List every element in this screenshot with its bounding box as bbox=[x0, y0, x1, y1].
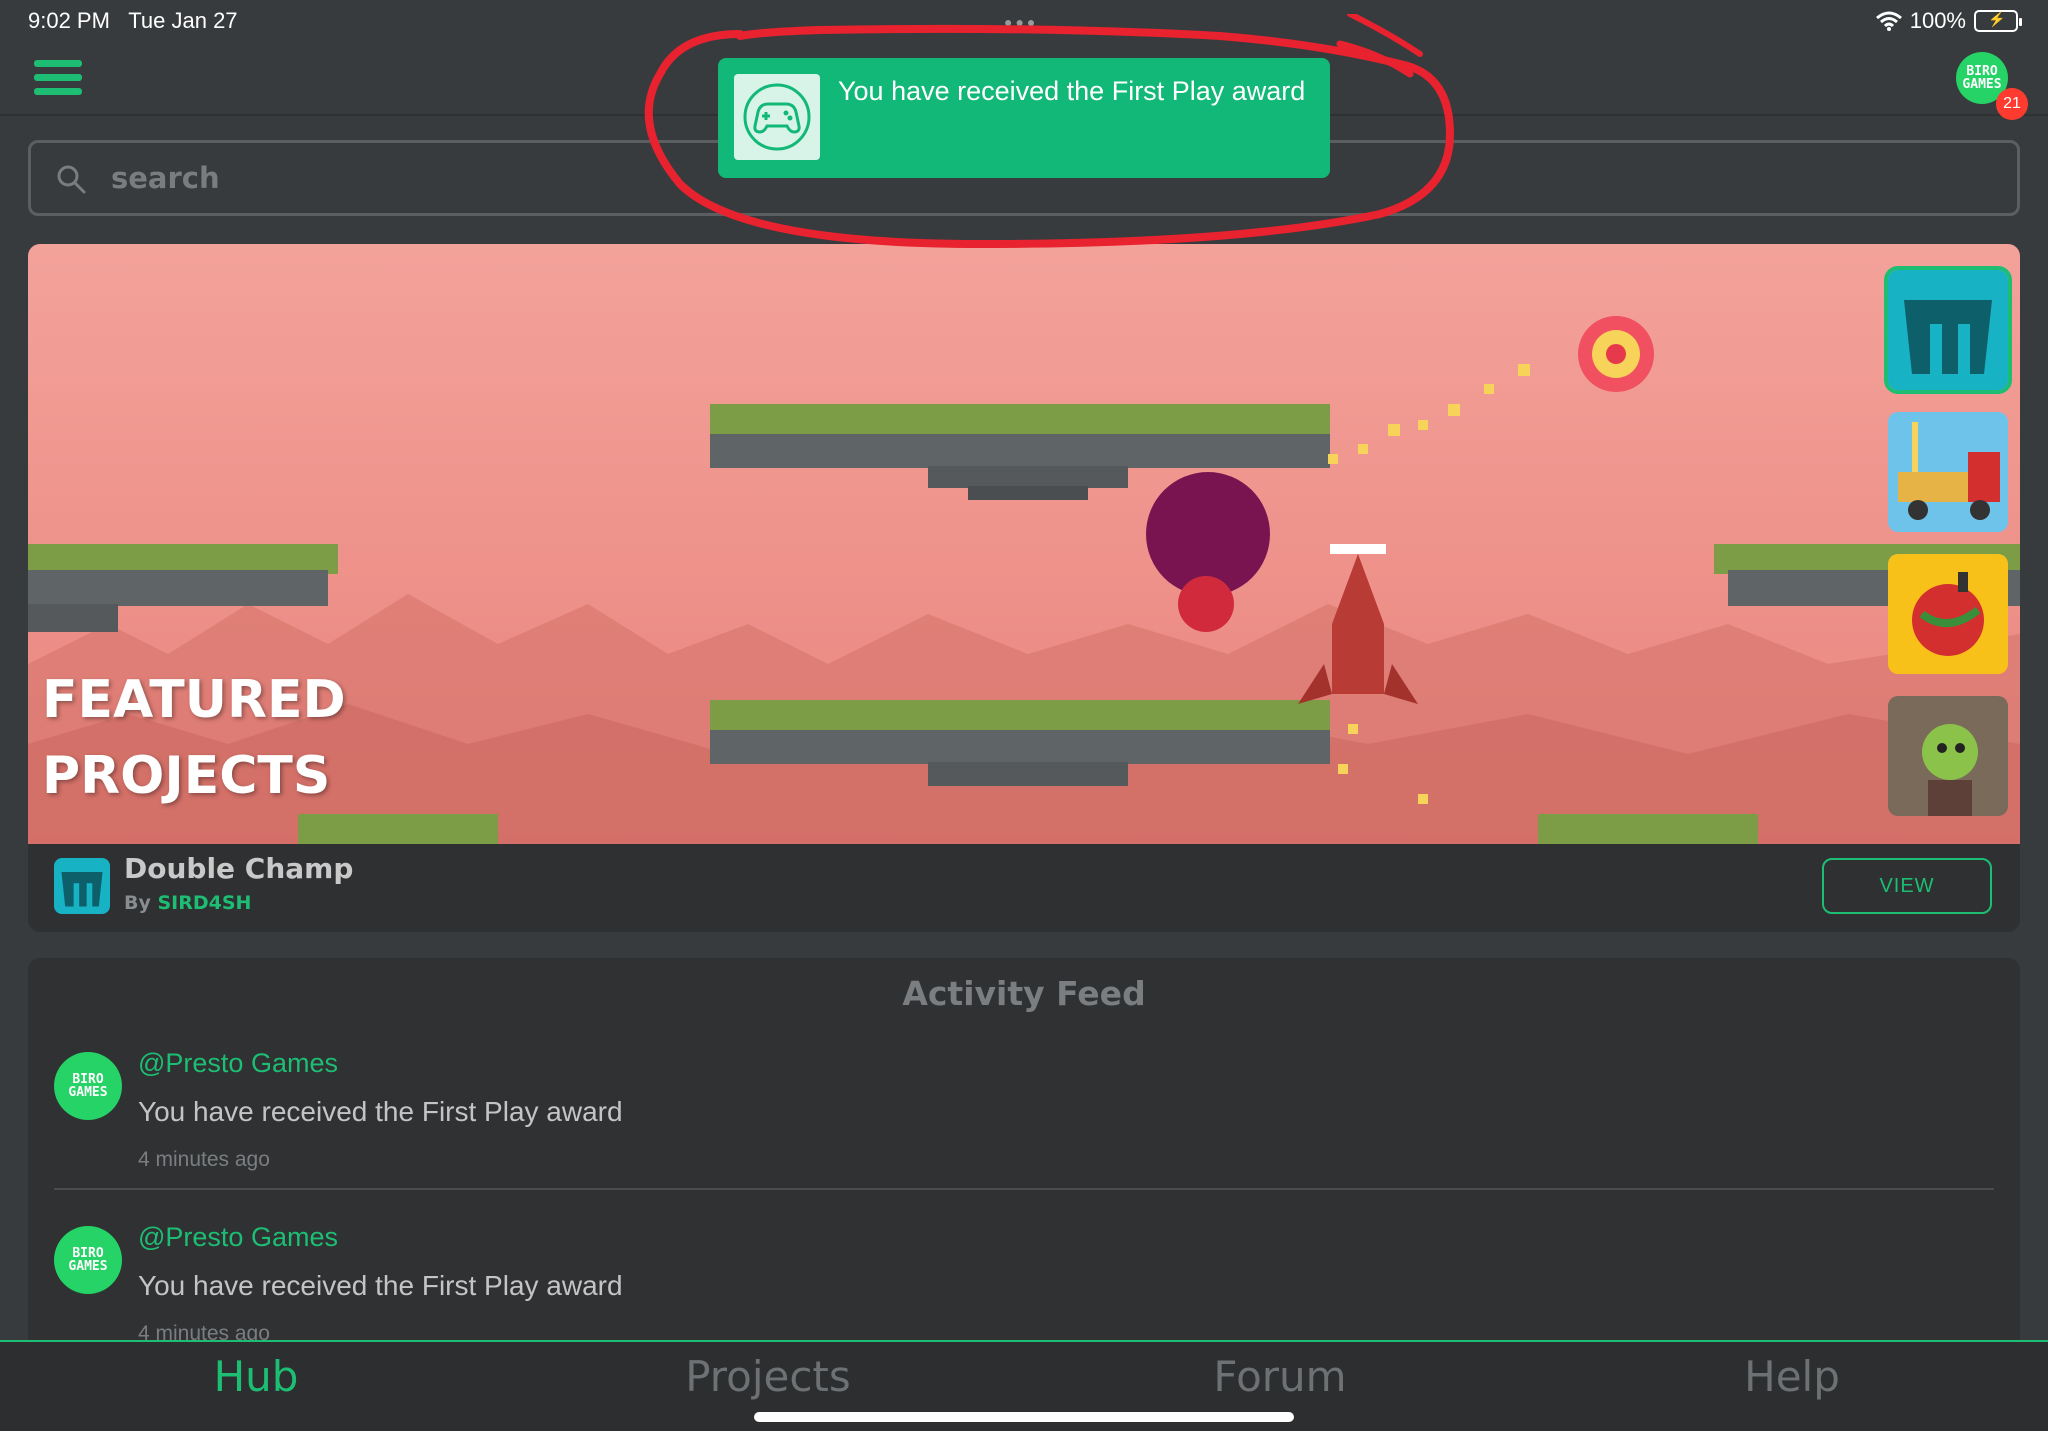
battery-percent: 100% bbox=[1909, 8, 1966, 33]
featured-project-info: Double Champ By SIRD4SH VIEW bbox=[28, 844, 2020, 932]
feed-avatar[interactable]: BIRO GAMES bbox=[54, 1052, 122, 1120]
thumbnail-double-champ[interactable] bbox=[1884, 266, 2012, 394]
toast-message: You have received the First Play award bbox=[838, 76, 1306, 106]
battery-icon: ⚡ bbox=[1974, 10, 2022, 32]
award-toast[interactable]: You have received the First Play award bbox=[718, 58, 1330, 178]
activity-feed-title: Activity Feed bbox=[902, 974, 1146, 1013]
view-button[interactable]: VIEW bbox=[1822, 858, 1992, 914]
feed-username[interactable]: @Presto Games bbox=[138, 1048, 338, 1079]
activity-feed: Activity Feed BIRO GAMES @Presto Games Y… bbox=[28, 958, 2020, 1348]
tab-forum[interactable]: Forum bbox=[1024, 1352, 1536, 1401]
status-bar: 9:02 PM Tue Jan 27 ●●● 100% ⚡ bbox=[0, 0, 2048, 44]
multitasking-dots-icon[interactable]: ●●● bbox=[1004, 14, 1038, 30]
project-thumbnails bbox=[1884, 266, 2012, 838]
wifi-icon bbox=[1875, 11, 1902, 31]
feed-message: You have received the First Play award bbox=[138, 1096, 623, 1127]
hamburger-icon[interactable] bbox=[34, 60, 82, 96]
platform-left bbox=[28, 544, 338, 632]
thumbnail-bomb-game[interactable] bbox=[1888, 554, 2008, 674]
feed-item: BIRO GAMES @Presto Games You have receiv… bbox=[54, 1220, 1994, 1348]
feed-message: You have received the First Play award bbox=[138, 1270, 623, 1301]
thumbnail-truck-game[interactable] bbox=[1888, 412, 2008, 532]
search-icon bbox=[57, 165, 86, 194]
feed-item: BIRO GAMES @Presto Games You have receiv… bbox=[54, 1046, 1994, 1220]
feed-username[interactable]: @Presto Games bbox=[138, 1222, 338, 1253]
featured-banner[interactable]: FEATURED PROJECTS bbox=[28, 244, 2020, 844]
project-author-line: By SIRD4SH bbox=[124, 892, 252, 914]
tab-projects[interactable]: Projects bbox=[512, 1352, 1024, 1401]
feed-timestamp: 4 minutes ago bbox=[138, 1148, 270, 1171]
notification-badge[interactable]: 21 bbox=[1996, 88, 2028, 120]
bottom-nav: Hub Projects Forum Help bbox=[0, 1340, 2048, 1431]
project-author[interactable]: SIRD4SH bbox=[158, 892, 252, 914]
status-time: 9:02 PM Tue Jan 27 bbox=[28, 8, 238, 33]
gamepad-icon bbox=[734, 74, 820, 160]
thumbnail-goblin-game[interactable] bbox=[1888, 696, 2008, 816]
home-indicator[interactable] bbox=[754, 1412, 1294, 1422]
project-name[interactable]: Double Champ bbox=[124, 852, 353, 885]
feed-avatar[interactable]: BIRO GAMES bbox=[54, 1226, 122, 1294]
featured-projects-card: FEATURED PROJECTS Double Champ By SIRD4S… bbox=[28, 244, 2020, 932]
project-icon bbox=[54, 858, 110, 914]
featured-title: FEATURED PROJECTS bbox=[42, 670, 346, 806]
tab-help[interactable]: Help bbox=[1536, 1352, 2048, 1401]
feed-divider bbox=[54, 1188, 1994, 1190]
tab-hub[interactable]: Hub bbox=[0, 1352, 512, 1401]
